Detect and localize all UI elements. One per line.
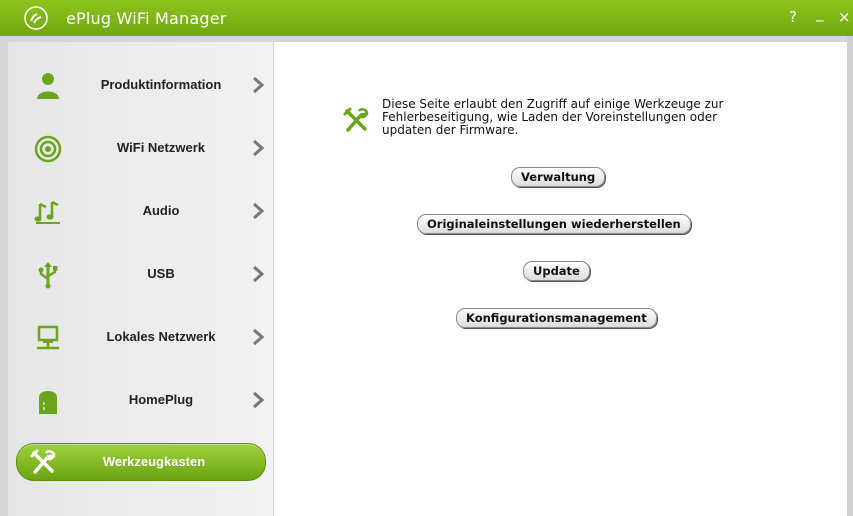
sidebar-item-label: Werkzeugkasten (102, 454, 206, 469)
network-icon (37, 325, 59, 350)
music-note-icon (34, 200, 60, 224)
close-button[interactable]: × (838, 8, 851, 26)
chevron-right-icon (253, 391, 264, 409)
sidebar-item-label: Audio (142, 203, 180, 218)
window-frame-left (0, 36, 8, 516)
wifi-icon (34, 135, 62, 163)
sidebar-item-lokales-netzwerk[interactable]: Lokales Netzwerk (16, 318, 271, 358)
sidebar-item-label: WiFi Netzwerk (116, 140, 205, 155)
sidebar-item-audio[interactable]: Audio (16, 192, 271, 232)
tools-icon (30, 449, 56, 474)
description-line: updaten der Firmware. (382, 123, 519, 137)
usb-icon (38, 262, 58, 289)
chevron-right-icon (253, 265, 264, 283)
sidebar-item-label: USB (147, 266, 175, 281)
minimize-button[interactable]: _ (816, 4, 824, 22)
sidebar-item-werkzeugkasten[interactable]: Werkzeugkasten (16, 443, 266, 481)
chevron-right-icon (253, 76, 264, 94)
user-icon (37, 73, 59, 99)
sidebar-item-wifi-netzwerk[interactable]: WiFi Netzwerk (16, 129, 271, 169)
sidebar-item-produktinformation[interactable]: Produktinformation (16, 66, 271, 106)
tools-icon (343, 107, 369, 132)
sidebar-item-homeplug[interactable]: HomePlug (16, 381, 271, 421)
window-frame-right (847, 36, 853, 516)
sidebar-item-label: Produktinformation (100, 77, 222, 92)
chevron-right-icon (253, 139, 264, 157)
chevron-right-icon (253, 328, 264, 346)
factory-reset-button[interactable]: Originaleinstellungen wiederherstellen (417, 214, 691, 234)
update-button[interactable]: Update (523, 261, 590, 281)
help-button[interactable]: ? (789, 8, 797, 26)
app-title: ePlug WiFi Manager (66, 9, 227, 28)
page-description: Diese Seite erlaubt den Zugriff auf eini… (382, 98, 782, 137)
title-bar[interactable]: ePlug WiFi Manager ? _ × (0, 0, 853, 36)
plug-icon (39, 391, 57, 414)
sidebar-item-label: HomePlug (128, 392, 194, 407)
verwaltung-button[interactable]: Verwaltung (511, 167, 606, 187)
app-window: ePlug WiFi Manager ? _ × Produktinformat… (0, 0, 853, 516)
config-management-button[interactable]: Konfigurationsmanagement (456, 308, 657, 328)
eplug-logo-icon (24, 6, 48, 30)
sidebar-item-usb[interactable]: USB (16, 255, 271, 295)
chevron-right-icon (253, 202, 264, 220)
sidebar-item-label: Lokales Netzwerk (106, 329, 216, 344)
